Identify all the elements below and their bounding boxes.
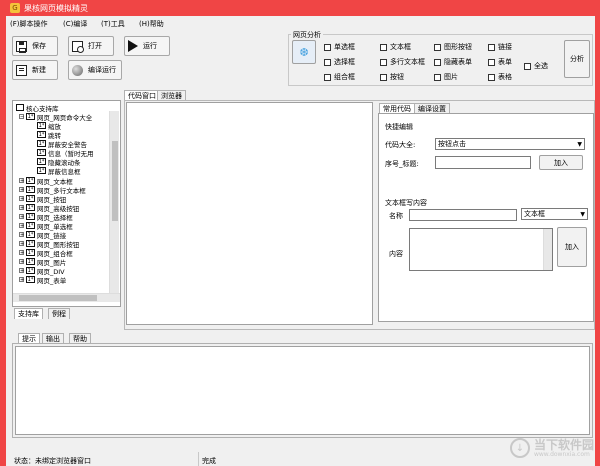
code-label: 代码大全: (385, 141, 416, 149)
library-tree: 核心支持库 − 1* 网页_网页命令大全 1* 缩放 1* 跳转 1* 屏蔽安全警告 … (12, 100, 121, 307)
new-button[interactable]: 新建 (12, 60, 58, 80)
watermark-url: www.downxia.com (533, 450, 590, 458)
compile-icon (72, 64, 83, 76)
expand-icon: + (19, 277, 25, 283)
tab-library[interactable]: 支持库 (14, 308, 43, 319)
compile-run-button[interactable]: 编译运行 (68, 60, 122, 80)
status-done: 完成 (202, 457, 216, 465)
watermark-title: 当下软件园 (533, 437, 594, 452)
cb-form[interactable]: 表单 (488, 57, 512, 67)
status-text: 状态：未绑定浏览器窗口 (14, 457, 91, 465)
tab-browser[interactable]: 浏览器 (157, 90, 186, 100)
status-divider (198, 452, 199, 466)
expand-icon: + (19, 241, 25, 247)
save-icon (16, 40, 27, 53)
cb-multiline[interactable]: 多行文本框 (380, 57, 425, 67)
save-button[interactable]: 保存 (12, 36, 58, 56)
app-icon: G (10, 3, 20, 13)
open-button[interactable]: 打开 (68, 36, 114, 56)
menu-bar: (F)脚本操作 (C)编译 (T)工具 (H)帮助 (6, 16, 595, 31)
cb-select-all[interactable]: 全选 (524, 61, 548, 71)
menu-compile[interactable]: (C)编译 (63, 19, 87, 29)
content-scrollbar[interactable] (543, 229, 552, 270)
expand-icon: + (19, 214, 25, 220)
run-icon (128, 40, 138, 52)
tab-hint[interactable]: 提示 (18, 333, 40, 343)
common-code-panel: 快捷编辑 代码大全: 按钮点击 ▼ 序号_标题: 加入 文本框写内容 名称 文本… (378, 113, 594, 322)
cb-link[interactable]: 链接 (488, 42, 512, 52)
cb-button[interactable]: 按钮 (380, 72, 404, 82)
add-content-button[interactable]: 加入 (557, 227, 587, 267)
type-select[interactable]: 文本框 ▼ (521, 208, 588, 220)
library-icon (16, 104, 24, 111)
expand-icon: + (19, 268, 25, 274)
app-window: G 果核网页模拟精灵 (F)脚本操作 (C)编译 (T)工具 (H)帮助 保存 … (6, 0, 595, 466)
open-icon (72, 40, 84, 53)
tree-group[interactable]: +1* 网页_表单 (19, 275, 66, 285)
menu-tools[interactable]: (T)工具 (101, 19, 125, 29)
analysis-title: 网页分析 (291, 30, 323, 40)
watermark-logo-icon: ↓ (509, 438, 530, 458)
content-label: 内容 (389, 250, 403, 258)
tree-scrollbar[interactable] (109, 111, 119, 293)
new-icon (16, 64, 27, 76)
index-input[interactable] (435, 156, 531, 169)
tree-item[interactable]: 1* 屏蔽信息框 (37, 166, 81, 176)
window-title: 果核网页模拟精灵 (24, 4, 88, 13)
chevron-down-icon: ▼ (577, 141, 582, 148)
textbox-section-label: 文本框写内容 (385, 199, 427, 207)
cb-radio[interactable]: 单选框 (324, 42, 355, 52)
analysis-target-button[interactable]: ❆ (292, 40, 316, 64)
content-textarea[interactable] (409, 228, 553, 271)
tab-common-code[interactable]: 常用代码 (379, 103, 415, 113)
name-label: 名称 (389, 212, 403, 220)
cb-image[interactable]: 图片 (434, 72, 458, 82)
menu-help[interactable]: (H)帮助 (139, 19, 164, 29)
expand-icon: + (19, 187, 25, 193)
title-bar: G 果核网页模拟精灵 (6, 0, 595, 16)
expand-icon: + (19, 232, 25, 238)
tab-code-window[interactable]: 代码窗口 (124, 90, 160, 100)
cb-combo[interactable]: 组合框 (324, 72, 355, 82)
expand-icon: + (19, 205, 25, 211)
analyze-button[interactable]: 分析 (564, 40, 590, 78)
tab-help[interactable]: 帮助 (69, 333, 91, 343)
run-button[interactable]: 运行 (124, 36, 170, 56)
chevron-down-icon: ▼ (580, 211, 585, 218)
expand-icon: + (19, 259, 25, 265)
add-button[interactable]: 加入 (539, 155, 583, 170)
expand-icon: + (19, 250, 25, 256)
output-container (12, 343, 593, 438)
expand-icon: + (19, 196, 25, 202)
watermark: ↓ 当下软件园 www.downxia.com (509, 437, 594, 458)
tab-examples[interactable]: 例程 (48, 308, 70, 319)
quick-edit-label: 快捷编辑 (385, 123, 413, 131)
cb-table[interactable]: 表格 (488, 72, 512, 82)
code-editor[interactable] (126, 102, 373, 325)
cb-textbox[interactable]: 文本框 (380, 42, 411, 52)
cb-hidden-form[interactable]: 隐藏表单 (434, 57, 472, 67)
tab-compile-settings[interactable]: 编译设置 (414, 103, 450, 113)
output-area[interactable] (15, 346, 590, 435)
cb-select[interactable]: 选择框 (324, 57, 355, 67)
expand-icon: + (19, 223, 25, 229)
tab-output[interactable]: 输出 (42, 333, 64, 343)
expand-icon: + (19, 178, 25, 184)
cb-image-button[interactable]: 图形按钮 (434, 42, 472, 52)
menu-script[interactable]: (F)脚本操作 (10, 19, 48, 29)
code-select[interactable]: 按钮点击 ▼ (435, 138, 585, 150)
collapse-icon: − (19, 114, 25, 120)
crosshair-icon: ❆ (299, 45, 309, 59)
name-input[interactable] (409, 209, 517, 221)
tree-hscrollbar[interactable] (13, 293, 120, 302)
group-node-icon: 1* (26, 113, 35, 120)
index-label: 序号_标题: (385, 160, 419, 168)
